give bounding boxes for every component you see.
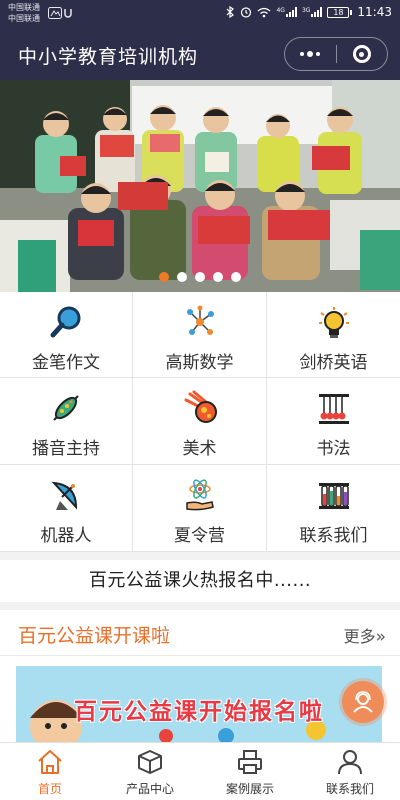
tab-contact[interactable]: 联系我们 [300,743,400,800]
category-label: 剑桥英语 [299,353,368,373]
tab-label: 联系我们 [325,782,374,796]
announcement-ticker[interactable]: 百元公益课火热报名中...... [0,560,400,602]
printer-icon [238,750,262,774]
category-label: 金笔作文 [32,353,100,373]
cube-icon [138,750,162,774]
carousel-dot[interactable] [231,272,241,282]
section-header: 百元公益课开课啦 更多» [0,610,400,656]
carousel-dot[interactable] [213,272,223,282]
carrier-1: 中国联通 [8,3,40,12]
battery-icon: 18 [327,6,353,18]
bottom-tab-bar: 首页 产品中心 案例展示 联系我们 [0,742,400,800]
close-miniprogram-button[interactable] [336,38,387,70]
home-icon [38,750,62,774]
category-label: 机器人 [40,526,92,546]
satellite-dish-icon [51,481,78,510]
tab-products[interactable]: 产品中心 [100,743,200,800]
page-title: 中小学教育培训机构 [18,46,199,68]
more-label: 更多 [343,627,376,646]
category-shufa[interactable]: 书法 [267,378,400,465]
signal-2-label: 3G [301,7,311,14]
category-jianqiao-yingyu[interactable]: 剑桥英语 [267,292,400,378]
nav-bar: 中小学教育培训机构 [0,28,400,80]
category-meishu[interactable]: 美术 [133,378,267,465]
double-chevron-right-icon: » [375,627,386,647]
tab-label: 首页 [37,782,62,796]
tab-label: 产品中心 [125,782,174,796]
tab-label: 案例展示 [225,782,274,796]
status-bar: 中国联通 中国联通 4G 3G 18 11:43 [0,0,400,28]
category-label: 夏令营 [174,526,225,546]
category-label: 播音主持 [32,439,100,459]
notification-icon [48,7,72,19]
miniprogram-capsule [284,37,388,71]
promo-text: 百元公益课开始报名啦 [74,699,324,725]
status-right: 4G 3G 18 11:43 [225,5,392,19]
banner-carousel[interactable] [0,80,400,292]
alarm-icon [241,7,252,18]
signal-1-label: 4G [276,7,285,14]
more-options-button[interactable] [285,38,336,70]
clock: 11:43 [357,5,392,19]
newton-cradle-icon [318,394,349,424]
wifi-icon [258,7,271,17]
category-xialingying[interactable]: 夏令营 [133,465,267,552]
category-jinbi-zuowen[interactable]: 金笔作文 [0,292,133,378]
category-label: 美术 [182,439,217,459]
battery-level: 18 [327,6,350,18]
carousel-dot[interactable] [177,272,187,282]
category-label: 书法 [316,439,351,459]
comet-icon [184,390,217,423]
banner-photo [0,80,400,292]
carrier-names: 中国联通 中国联通 [8,2,40,24]
category-grid: 金笔作文 高斯数学 剑桥英语 播音主持 美术 书法 机器人 夏令营 联系我们 [0,292,400,552]
atom-hand-icon [185,479,214,511]
category-label: 联系我们 [299,526,368,546]
molecule-icon [186,305,214,335]
carousel-dot[interactable] [195,272,205,282]
category-gaosi-shuxue[interactable]: 高斯数学 [133,292,267,378]
tab-cases[interactable]: 案例展示 [200,743,300,800]
signal-icon-1: 4G [276,7,297,17]
carousel-dot[interactable] [159,272,169,282]
bluetooth-icon [227,6,235,18]
test-tubes-icon [318,483,349,509]
promo-card[interactable]: 百元公益课开始报名啦 [0,656,400,744]
more-link[interactable]: 更多» [344,623,386,647]
category-lianxi-women[interactable]: 联系我们 [267,465,400,552]
signal-icon-2: 3G [301,7,323,17]
category-jiqiren[interactable]: 机器人 [0,465,133,552]
headset-user-icon [353,691,373,713]
category-label: 高斯数学 [165,353,234,373]
carousel-indicators [0,272,400,282]
lightbulb-icon [318,307,349,338]
user-icon [338,750,362,775]
magnifier-icon [50,306,81,338]
microbe-icon [53,395,79,421]
promo-banner-image: 百元公益课开始报名啦 [16,666,382,744]
carrier-2: 中国联通 [8,14,40,23]
section-title: 百元公益课开课啦 [18,625,171,647]
notification-icons [48,7,74,22]
category-boyin-zhuchi[interactable]: 播音主持 [0,378,133,465]
tab-home[interactable]: 首页 [0,743,100,800]
customer-service-button[interactable] [342,681,384,723]
